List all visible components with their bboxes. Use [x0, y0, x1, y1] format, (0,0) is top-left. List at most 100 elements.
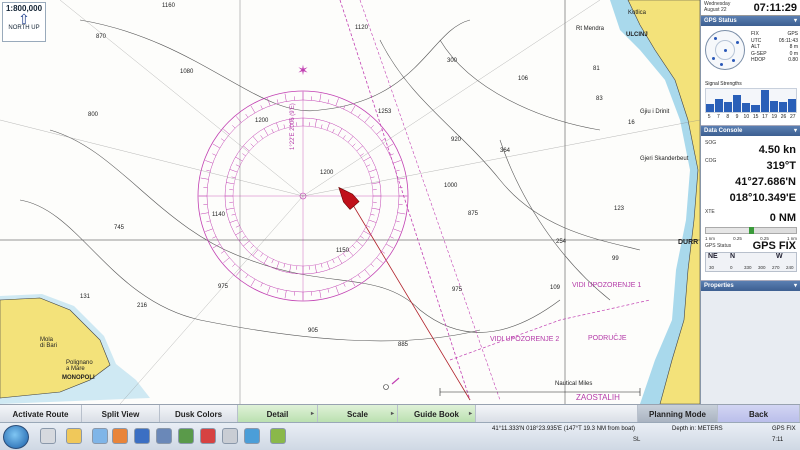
app-icon[interactable] — [222, 428, 238, 444]
gps-row: HDOP 0.80 — [751, 57, 798, 64]
boat-icon — [338, 186, 360, 210]
app-icon[interactable] — [270, 428, 286, 444]
gps-row-key: HDOP — [751, 57, 766, 63]
place-label: Kotlica — [628, 10, 647, 16]
place-label: ULCINJ — [626, 32, 648, 38]
depth-sounding: 920 — [451, 137, 462, 143]
depth-sounding: 1080 — [180, 69, 194, 75]
signal-bar — [769, 100, 778, 112]
gps-status-text: GPS FIX — [772, 426, 796, 432]
north-arrow-icon: ⇧ — [18, 11, 30, 27]
chart-scale-indicator[interactable]: 1:800,000 ⇧ NORTH UP — [2, 2, 46, 42]
activate-route-button[interactable]: Activate Route — [0, 405, 82, 423]
button-label: Guide Book — [414, 409, 459, 419]
app-icon[interactable] — [178, 428, 194, 444]
prn-label: 7 — [717, 114, 720, 120]
buoy-icon — [383, 384, 389, 390]
depth-sounding: 1150 — [336, 248, 349, 254]
properties-title: Properties — [704, 283, 734, 289]
gps-readout: FIX GPS UTC 05:11:43 ALT 8 m G-SEP 0 m HDOP 0.80 — [751, 31, 798, 64]
depth-sounding: 1000 — [444, 183, 458, 189]
depth-units: Depth in: METERS — [672, 426, 723, 432]
depth-sounding: 975 — [452, 287, 463, 293]
windows-taskbar: 41°11.333'N 018°23.935'E (147°T 19.3 NM … — [0, 422, 800, 450]
prn-label: 19 — [771, 114, 777, 120]
depth-sounding: 364 — [500, 148, 511, 154]
depth-sounding: 216 — [137, 303, 148, 309]
depth-sounding: 123 — [614, 206, 625, 212]
tray-language[interactable]: SL — [633, 437, 640, 443]
north-up-label: NORTH UP — [8, 25, 40, 31]
chevron-down-icon[interactable]: ▾ — [794, 127, 797, 134]
button-label: Scale — [347, 409, 368, 419]
sog-label: SOG — [705, 140, 717, 146]
depth-sounding: 254 — [556, 239, 567, 245]
arrow-right-icon: ▸ — [468, 411, 472, 417]
xte-value: 0 NM — [769, 212, 796, 224]
latitude-value: 41°27.686'N — [735, 176, 796, 188]
heading-deg: 240 — [786, 265, 794, 270]
depth-sounding: 975 — [218, 284, 229, 290]
prn-label: 5 — [707, 114, 711, 120]
chevron-down-icon[interactable]: ▾ — [794, 17, 797, 24]
folder-icon[interactable] — [66, 428, 82, 444]
depth-sounding: 1160 — [162, 3, 175, 9]
app-icon[interactable] — [92, 428, 108, 444]
signal-bar — [706, 103, 715, 112]
depth-sounding: 300 — [447, 58, 458, 64]
zone-label: ZAOSTALIH — [576, 393, 620, 402]
app-icon[interactable] — [156, 428, 172, 444]
bottom-toolbar: Activate Route Split View Dusk Colors De… — [0, 404, 800, 423]
back-button[interactable]: Back — [718, 405, 800, 423]
signal-bar — [724, 101, 733, 112]
zone-label: VIDI UPOZORENJE 2 — [490, 336, 560, 343]
taskbar-clock[interactable]: 7:11 — [772, 437, 783, 443]
app-icon[interactable] — [244, 428, 260, 444]
place-label: Gjeri Skanderbeut — [640, 156, 689, 162]
place-label: Mola di Bari — [40, 337, 58, 349]
cog-label: COG — [705, 158, 717, 164]
prn-label: 26 — [780, 114, 787, 120]
split-view-button[interactable]: Split View — [82, 405, 160, 423]
gps-status-header[interactable]: GPS Status ▾ — [701, 16, 800, 26]
depth-sounding: 1253 — [378, 109, 392, 115]
firefox-icon[interactable] — [112, 428, 128, 444]
start-button-icon[interactable] — [3, 425, 29, 449]
toolbar-spacer — [476, 405, 638, 423]
properties-header[interactable]: Properties ▾ — [701, 281, 800, 291]
guide-book-button[interactable]: Guide Book ▸ — [398, 405, 476, 423]
button-label: Back — [748, 409, 769, 419]
gps-fix-value: GPS FIX — [752, 240, 796, 252]
xte-marker — [749, 227, 754, 234]
satellite-prn-labels: 5 7 8 9 10 15 17 19 26 27 — [705, 114, 797, 120]
signal-bar — [787, 99, 796, 112]
heading-dir: N — [730, 253, 736, 260]
button-label: Activate Route — [12, 409, 69, 419]
prn-label: 27 — [790, 114, 796, 120]
detail-button[interactable]: Detail ▸ — [238, 405, 318, 423]
chart-canvas[interactable]: ✶ — [0, 0, 700, 404]
nautical-chart-view[interactable]: ✶ 1:800,000 ⇧ NORTH UP 1160 870 1080 800… — [0, 0, 700, 404]
dusk-colors-button[interactable]: Dusk Colors — [160, 405, 238, 423]
signal-strength-bars — [705, 88, 797, 113]
scale-button[interactable]: Scale ▸ — [318, 405, 398, 423]
app-icon[interactable] — [40, 428, 56, 444]
longitude-value: 018°10.349'E — [729, 192, 796, 204]
word-icon[interactable] — [134, 428, 150, 444]
prn-label: 8 — [726, 114, 730, 120]
prn-label: 10 — [743, 114, 750, 120]
signal-bar — [742, 102, 751, 112]
satellite-skyplot — [705, 30, 745, 70]
planning-mode-button[interactable]: Planning Mode — [638, 405, 718, 423]
place-label: DURR — [678, 239, 699, 246]
nautical-miles-label: Nautical Miles — [555, 381, 593, 387]
app-icon[interactable] — [200, 428, 216, 444]
heading-deg: 30 — [709, 265, 715, 270]
button-label: Planning Mode — [649, 409, 706, 419]
gps-row-value: 0.80 — [788, 57, 798, 63]
depth-sounding: 875 — [468, 211, 479, 217]
prn-label: 15 — [752, 114, 759, 120]
data-console-header[interactable]: Data Console ▾ — [701, 126, 800, 136]
chevron-down-icon[interactable]: ▾ — [794, 282, 797, 289]
place-label: Polignano a Mare — [66, 360, 93, 372]
